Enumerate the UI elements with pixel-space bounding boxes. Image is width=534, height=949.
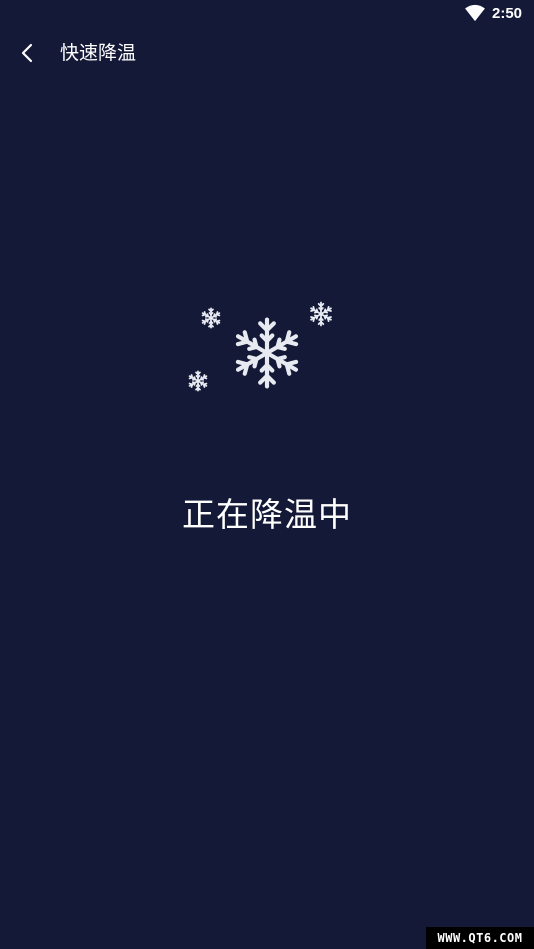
page-title: 快速降温: [60, 42, 137, 64]
snowflake-small-icon: [308, 301, 334, 327]
toolbar: 快速降温: [0, 28, 534, 80]
chevron-left-icon: [21, 43, 33, 63]
cooling-status-text: 正在降温中: [182, 495, 352, 534]
status-time: 2:50: [492, 5, 523, 22]
status-bar: 2:50: [0, 0, 534, 28]
snowflake-animation: [180, 296, 350, 406]
snowflake-small-icon: [200, 307, 222, 329]
watermark: WWW.QT6.COM: [426, 927, 534, 949]
wifi-icon: [465, 4, 485, 22]
snowflake-icon: [229, 315, 305, 391]
snowflake-small-icon: [187, 370, 209, 392]
back-button[interactable]: [8, 34, 46, 72]
